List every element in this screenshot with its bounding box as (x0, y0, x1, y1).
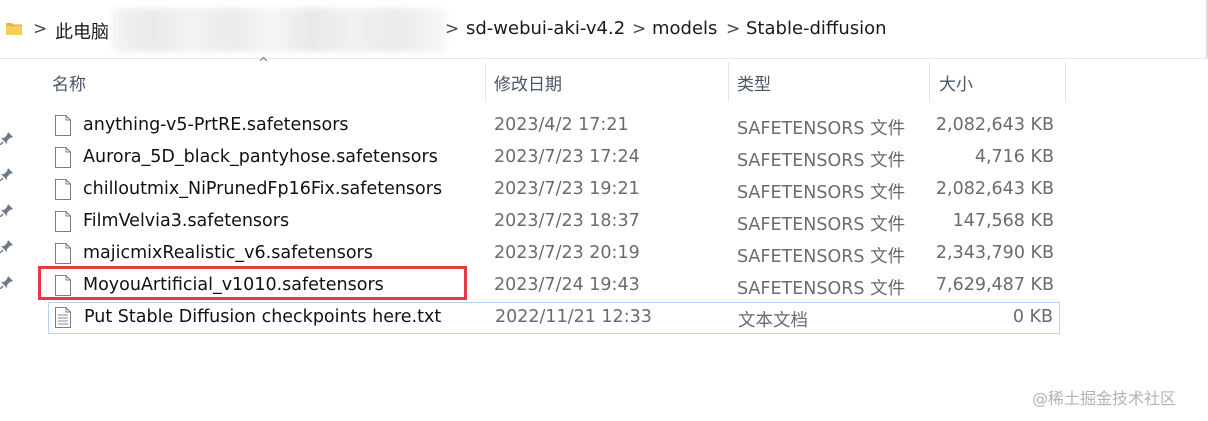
file-icon (55, 211, 71, 232)
column-header: ^ 名称 修改日期 类型 大小 (0, 56, 1208, 102)
file-size: 147,568 KB (952, 211, 1054, 231)
breadcrumb-item-this-pc[interactable]: 此电脑 (55, 18, 109, 44)
file-name: majicmixRealistic_v6.safetensors (83, 243, 373, 263)
file-icon (55, 147, 71, 168)
file-type: SAFETENSORS 文件 (737, 247, 906, 267)
column-header-type[interactable]: 类型 (737, 70, 771, 95)
column-header-date[interactable]: 修改日期 (494, 70, 562, 95)
file-type: SAFETENSORS 文件 (737, 279, 906, 299)
file-name: FilmVelvia3.safetensors (83, 211, 290, 231)
pin-icon[interactable] (0, 167, 14, 181)
column-divider[interactable] (728, 62, 729, 102)
file-type: SAFETENSORS 文件 (737, 119, 906, 139)
file-size: 2,343,790 KB (935, 243, 1054, 263)
column-header-name[interactable]: 名称 (52, 70, 86, 95)
sort-ascending-icon: ^ (258, 56, 269, 71)
file-date: 2023/4/2 17:21 (494, 115, 629, 135)
file-row[interactable]: anything-v5-PrtRE.safetensors 2023/4/2 1… (48, 110, 1060, 142)
file-size: 2,082,643 KB (935, 179, 1054, 199)
column-divider[interactable] (929, 62, 930, 102)
file-row[interactable]: Aurora_5D_black_pantyhose.safetensors 20… (48, 142, 1060, 174)
file-type: SAFETENSORS 文件 (737, 183, 906, 203)
pin-icon[interactable] (0, 203, 14, 217)
breadcrumb-separator[interactable]: > (33, 19, 47, 39)
breadcrumb-item-sd-webui[interactable]: sd-webui-aki-v4.2 (466, 18, 625, 39)
file-row[interactable]: chilloutmix_NiPrunedFp16Fix.safetensors … (48, 174, 1060, 206)
breadcrumb-separator[interactable]: > (445, 19, 459, 39)
file-date: 2023/7/23 20:19 (494, 243, 640, 263)
file-date: 2023/7/23 17:24 (494, 147, 640, 167)
file-size: 7,629,487 KB (935, 275, 1054, 295)
file-row[interactable]: FilmVelvia3.safetensors 2023/7/23 18:37 … (48, 206, 1060, 238)
file-type: SAFETENSORS 文件 (737, 151, 906, 171)
pin-icon[interactable] (0, 275, 14, 289)
column-divider[interactable] (1065, 62, 1066, 102)
file-row-selected[interactable]: Put Stable Diffusion checkpoints here.tx… (48, 302, 1060, 334)
file-name: Put Stable Diffusion checkpoints here.tx… (84, 307, 442, 327)
file-size: 0 KB (1012, 307, 1053, 327)
breadcrumb-item-models[interactable]: models (652, 18, 717, 39)
redacted-path-segment (112, 8, 446, 52)
file-type: SAFETENSORS 文件 (737, 215, 906, 235)
file-date: 2023/7/23 18:37 (494, 211, 640, 231)
watermark: @稀土掘金技术社区 (1032, 389, 1177, 408)
file-size: 4,716 KB (974, 147, 1054, 167)
pin-icon[interactable] (0, 239, 14, 253)
text-file-icon (55, 307, 71, 328)
breadcrumb-separator[interactable]: > (726, 19, 740, 39)
file-icon (55, 115, 71, 136)
breadcrumb-separator[interactable]: > (632, 19, 646, 39)
folder-icon (6, 23, 22, 35)
file-icon (55, 243, 71, 264)
file-name: Aurora_5D_black_pantyhose.safetensors (83, 147, 438, 167)
file-explorer-window: > 此电脑 > sd-webui-aki-v4.2 > models > Sta… (0, 0, 1208, 421)
file-date: 2023/7/24 19:43 (494, 275, 640, 295)
file-name: anything-v5-PrtRE.safetensors (83, 115, 349, 135)
file-name: chilloutmix_NiPrunedFp16Fix.safetensors (83, 179, 443, 199)
file-size: 2,082,643 KB (935, 115, 1054, 135)
pin-icon[interactable] (0, 131, 14, 145)
file-date: 2023/7/23 19:21 (494, 179, 640, 199)
address-bar[interactable]: > 此电脑 > sd-webui-aki-v4.2 > models > Sta… (0, 0, 1208, 59)
file-icon (55, 179, 71, 200)
file-type: 文本文档 (738, 311, 808, 331)
breadcrumb-item-stable-diffusion[interactable]: Stable-diffusion (746, 18, 887, 39)
column-divider[interactable] (485, 62, 486, 102)
file-date: 2022/11/21 12:33 (495, 307, 652, 327)
annotation-highlight-box (38, 266, 467, 300)
column-header-size[interactable]: 大小 (939, 70, 973, 95)
